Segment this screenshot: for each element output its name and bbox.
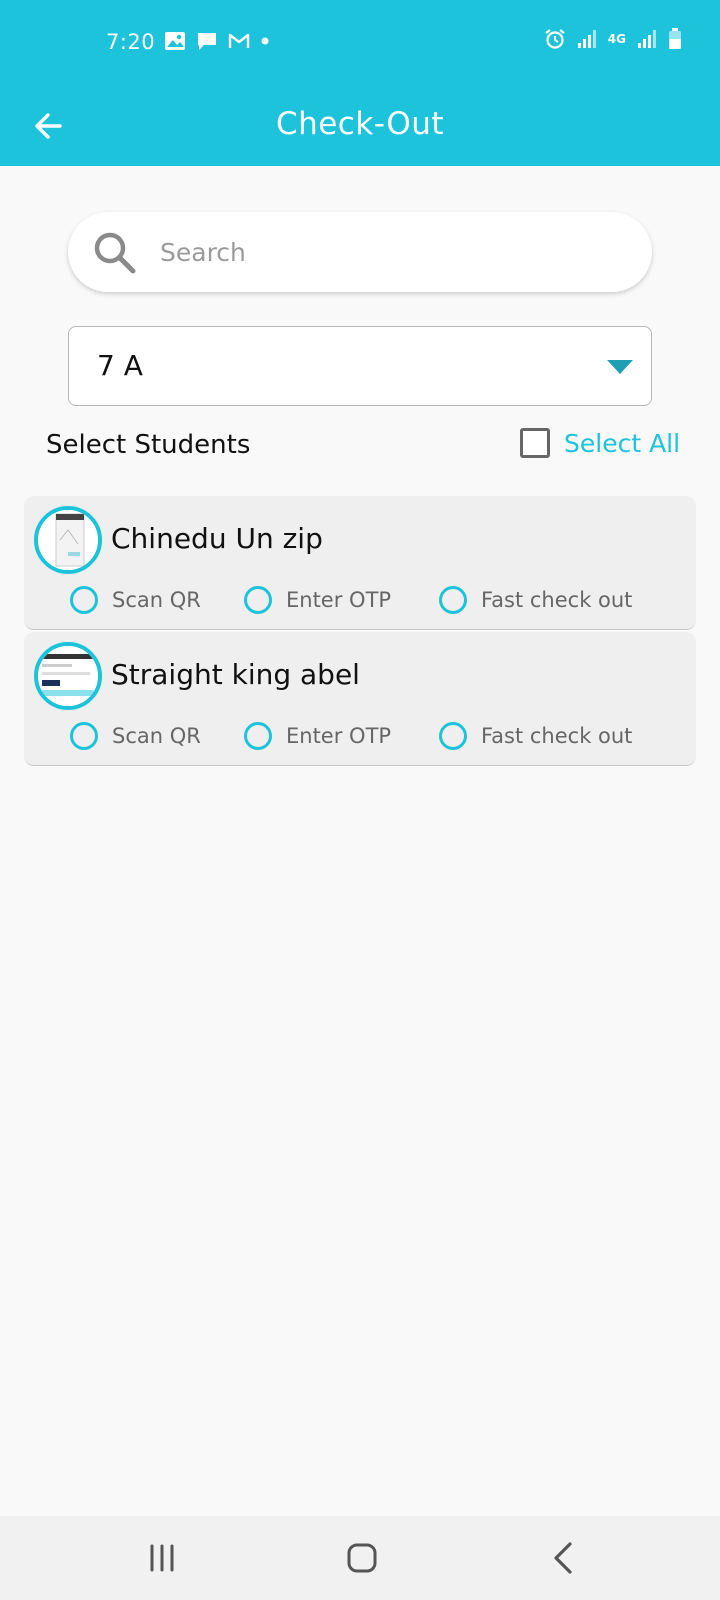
signal-icon [577,30,596,48]
4g-icon: 4G [607,32,626,46]
status-time: 7:20 [106,30,156,54]
option-fast-check-out[interactable]: Fast check out [439,722,632,750]
class-dropdown-value: 7 A [97,349,143,382]
battery-icon [669,28,681,49]
select-all-checkbox[interactable] [520,428,550,458]
option-label: Fast check out [481,724,633,748]
student-card: Chinedu Un zip Scan QR Enter OTP Fast ch… [24,496,696,630]
option-enter-otp[interactable]: Enter OTP [244,722,439,750]
checkout-options: Scan QR Enter OTP Fast check out [70,586,632,614]
radio-button[interactable] [439,722,467,750]
avatar-thumbnail [38,646,98,706]
chat-icon [198,33,216,50]
option-enter-otp[interactable]: Enter OTP [244,586,439,614]
checkout-options: Scan QR Enter OTP Fast check out [70,722,632,750]
option-label: Scan QR [112,588,201,612]
student-name: Chinedu Un zip [111,522,323,555]
avatar-thumbnail [38,510,98,570]
status-bar: 7:20 4G [0,0,720,88]
signal-icon [638,30,656,48]
option-scan-qr[interactable]: Scan QR [70,586,244,614]
option-label: Enter OTP [286,724,392,748]
option-label: Enter OTP [286,588,392,612]
radio-button[interactable] [244,586,272,614]
search-input[interactable] [160,226,620,278]
gmail-icon [228,33,250,48]
alarm-icon [545,29,565,49]
option-label: Scan QR [112,724,201,748]
app-bar: Check-Out [0,88,720,166]
back-icon[interactable] [544,1538,584,1578]
search-bar[interactable] [68,212,652,292]
recent-apps-icon[interactable] [142,1538,182,1578]
dot-icon [261,37,269,45]
student-name: Straight king abel [111,658,360,691]
radio-button[interactable] [70,586,98,614]
radio-button[interactable] [244,722,272,750]
status-left-icons [164,30,270,52]
search-icon [94,232,136,274]
class-dropdown[interactable]: 7 A [68,326,652,406]
avatar [34,506,102,574]
option-scan-qr[interactable]: Scan QR [70,722,244,750]
page-title: Check-Out [275,106,445,142]
system-nav-bar [0,1516,720,1600]
select-all-label[interactable]: Select All [564,429,680,458]
status-right-icons: 4G [544,28,682,50]
radio-button[interactable] [439,586,467,614]
section-title: Select Students [46,430,251,460]
radio-button[interactable] [70,722,98,750]
student-card: Straight king abel Scan QR Enter OTP Fas… [24,632,696,766]
avatar [34,642,102,710]
caret-down-icon [607,360,633,374]
select-all-toggle[interactable]: Select All [520,428,680,458]
option-label: Fast check out [481,588,633,612]
home-icon[interactable] [342,1538,382,1578]
image-icon [165,32,185,50]
option-fast-check-out[interactable]: Fast check out [439,586,632,614]
